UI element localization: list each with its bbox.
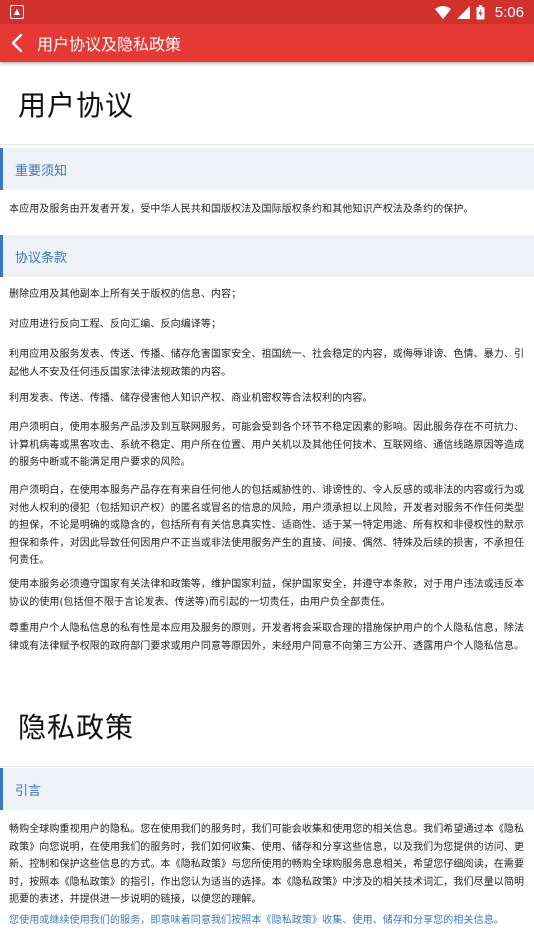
chevron-left-icon — [11, 34, 23, 52]
status-bar: ▲ 5:06 — [0, 0, 534, 24]
intro-paragraph: 畅购全球购重视用户的隐私。您在使用我们的服务时，我们可能会收集和使用您的相关信息… — [9, 824, 525, 905]
section-header-notice: 重要须知 — [0, 148, 534, 190]
intro-link-text[interactable]: 您使用或继续使用我们的服务，即意味着同意我们按照本《隐私政策》收集、使用、储存和… — [9, 912, 525, 930]
status-time: 5:06 — [494, 3, 524, 21]
notice-paragraph: 本应用及服务由开发者开发，受中华人民共和国版权法及国际版权条约和其他知识产权法及… — [9, 204, 474, 215]
terms-paragraph: 利用应用及服务发表、传送、传播、储存危害国家安全、祖国统一、社会稳定的内容，或侮… — [9, 349, 525, 378]
terms-paragraph: 用户须明白，使用本服务产品涉及到互联网服务，可能会受到各个环节不稳定因素的影响。… — [9, 422, 525, 468]
section-header-terms: 协议条款 — [0, 235, 534, 277]
divider — [0, 144, 534, 145]
signal-icon — [456, 5, 470, 19]
page-title: 用户协议及隐私政策 — [37, 35, 182, 54]
terms-paragraph: 使用本服务必须遵守国家有关法律和政策等，维护国家利益，保护国家安全，并遵守本条款… — [9, 579, 525, 608]
terms-paragraph: 尊重用户个人隐私信息的私有性是本应用及服务的原则，开发者将会采取合理的措施保护用… — [9, 623, 525, 652]
notification-icon: ▲ — [10, 5, 24, 19]
battery-icon — [476, 4, 485, 19]
terms-paragraph: 删除应用及其他副本上所有关于版权的信息、内容； — [9, 289, 242, 300]
terms-paragraph: 利用发表、传送、传播、储存侵害他人知识产权、商业机密权等合法权利的内容。 — [9, 393, 373, 404]
divider — [0, 766, 534, 767]
privacy-title: 隐私政策 — [18, 711, 135, 744]
terms-paragraph: 用户须明白，在使用本服务产品存在有来自任何他人的包括威胁性的、诽谤性的、令人反感… — [9, 485, 525, 566]
status-icons: 5:06 — [434, 3, 524, 21]
terms-paragraph: 对应用进行反向工程、反向汇编、反向编译等； — [9, 319, 222, 330]
agreement-title: 用户协议 — [18, 89, 135, 122]
wifi-icon — [434, 5, 451, 19]
app-bar: 用户协议及隐私政策 — [0, 24, 534, 62]
section-header-intro: 引言 — [0, 768, 534, 810]
back-button[interactable] — [0, 24, 34, 62]
